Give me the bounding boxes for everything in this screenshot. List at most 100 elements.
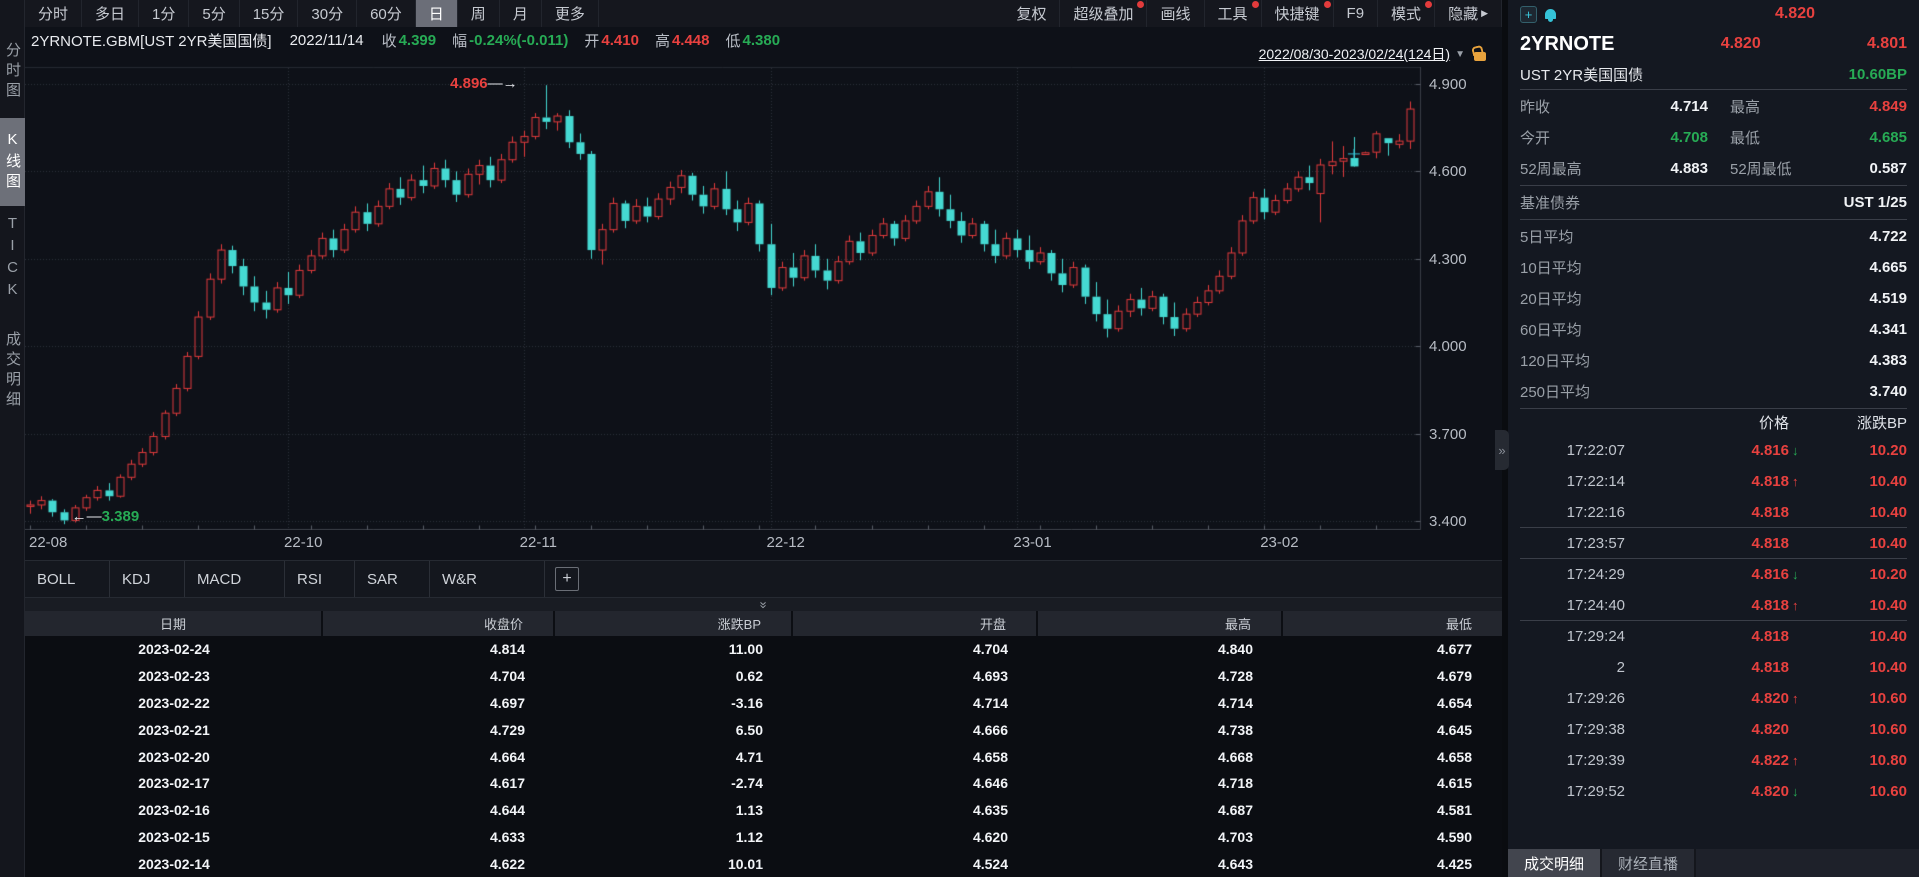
table-row[interactable]: 2023-02-22 4.697 -3.16 4.714 4.714 4.654 <box>25 690 1502 717</box>
toolbar-item-快捷键[interactable]: 快捷键 <box>1262 0 1334 27</box>
toolbar-item-超级叠加[interactable]: 超级叠加 <box>1060 0 1148 27</box>
cell: 4.703 <box>1217 828 1253 845</box>
quote-subtitle-row: UST 2YR美国国债 10.60BP <box>1520 60 1907 88</box>
unlock-icon[interactable] <box>1474 52 1486 61</box>
tick-row[interactable]: 17:22:16 4.818 10.40 <box>1520 497 1907 528</box>
table-row[interactable]: 2023-02-23 4.704 0.62 4.693 4.728 4.679 <box>25 663 1502 690</box>
bottom-tab-财经直播[interactable]: 财经直播 <box>1602 849 1697 877</box>
toolbar-item-工具[interactable]: 工具 <box>1205 0 1262 27</box>
table-row[interactable]: 2023-02-16 4.644 1.13 4.635 4.687 4.581 <box>25 797 1502 824</box>
sidebar-item-0[interactable]: 分时图 <box>0 30 25 114</box>
down-arrow-icon: ↓ <box>1792 443 1799 458</box>
cell: 10.01 <box>727 855 763 872</box>
tick-row[interactable]: 17:29:26 4.820 ↑ 10.60 <box>1520 683 1907 714</box>
x-tick-label: 22-12 <box>766 534 805 551</box>
toolbar-item-30分[interactable]: 30分 <box>298 0 358 27</box>
tick-row[interactable]: 17:29:52 4.820 ↓ 10.60 <box>1520 776 1907 807</box>
tick-row[interactable]: 17:29:24 4.818 10.40 <box>1520 621 1907 652</box>
cell: 4.718 <box>1217 775 1253 792</box>
chevron-down-icon[interactable]: ▼ <box>1455 49 1465 60</box>
y-tick-label: 4.900 <box>1429 76 1467 93</box>
table-row[interactable]: 2023-02-24 4.814 11.00 4.704 4.840 4.677 <box>25 636 1502 663</box>
alert-bell-icon[interactable] <box>1545 9 1556 22</box>
sidebar-item-1[interactable]: K线图 <box>0 118 25 206</box>
toolbar-item-F9[interactable]: F9 <box>1334 0 1379 27</box>
toolbar-item-复权[interactable]: 复权 <box>1003 0 1061 27</box>
cell: 4.840 <box>1217 641 1253 658</box>
toolbar-item-隐藏[interactable]: 隐藏 ▶ <box>1435 0 1502 27</box>
bottom-tab-成交明细[interactable]: 成交明细 <box>1508 849 1603 877</box>
tick-row[interactable]: 17:22:14 4.818 ↑ 10.40 <box>1520 466 1907 497</box>
tick-row[interactable]: 17:29:39 4.822 ↑ 10.80 <box>1520 745 1907 776</box>
indicator-tab-W&R[interactable]: W&R <box>430 561 545 597</box>
average-row: 120日平均 4.383 <box>1520 352 1907 370</box>
cell: 4.668 <box>1217 748 1253 765</box>
kline-canvas[interactable] <box>25 53 1502 530</box>
tick-row[interactable]: 17:24:29 4.816 ↓ 10.20 <box>1520 559 1907 590</box>
column-header-日期[interactable]: 日期 <box>25 611 323 636</box>
divider <box>1520 89 1907 90</box>
table-row[interactable]: 2023-02-20 4.664 4.71 4.658 4.668 4.658 <box>25 743 1502 770</box>
ohlc-fields: 收 4.399 幅 -0.24%(-0.011) 开 4.410 高 4.448 低 4.380 <box>382 30 781 51</box>
sidebar-item-2[interactable]: TICK <box>0 214 25 304</box>
toolbar-item-1分[interactable]: 1分 <box>139 0 190 27</box>
toolbar-item-模式[interactable]: 模式 <box>1378 0 1436 27</box>
toolbar-item-日[interactable]: 日 <box>415 0 458 27</box>
tick-row[interactable]: 17:24:40 4.818 ↑ 10.40 <box>1520 590 1907 621</box>
cell: 4.524 <box>972 855 1008 872</box>
indicator-tab-RSI[interactable]: RSI <box>285 561 355 597</box>
toolbar-item-月[interactable]: 月 <box>500 0 542 27</box>
candlestick-chart[interactable]: 2022/08/30-2023/02/24(124日) ▼ 4.900 4.600… <box>25 46 1502 560</box>
indicator-tab-KDJ[interactable]: KDJ <box>110 561 185 597</box>
cell: 11.00 <box>728 641 763 658</box>
cell: 4.714 <box>972 694 1008 711</box>
toolbar-item-周[interactable]: 周 <box>458 0 500 27</box>
indicator-tab-SAR[interactable]: SAR <box>355 561 430 597</box>
add-indicator-button[interactable]: + <box>555 567 579 591</box>
collapse-divider[interactable]: » <box>25 598 1502 611</box>
tick-row[interactable]: 17:29:38 4.820 10.60 <box>1520 714 1907 745</box>
indicator-tab-BOLL[interactable]: BOLL <box>25 561 110 597</box>
toolbar-item-更多[interactable]: 更多 <box>542 0 599 27</box>
toolbar-item-5分[interactable]: 5分 <box>189 0 240 27</box>
cell: 2023-02-17 <box>138 775 210 792</box>
x-tick-label: 22-10 <box>284 534 323 551</box>
tick-row[interactable]: 17:23:57 4.818 10.40 <box>1520 528 1907 559</box>
column-header-最低[interactable]: 最低 <box>1283 611 1502 636</box>
toolbar-item-多日[interactable]: 多日 <box>82 0 140 27</box>
tick-list[interactable]: 17:22:07 4.816 ↓ 10.20 17:22:14 4.818 ↑ 10.40 17… <box>1520 435 1907 807</box>
column-header-开盘[interactable]: 开盘 <box>793 611 1038 636</box>
cell: 4.617 <box>489 775 525 792</box>
table-row[interactable]: 2023-02-21 4.729 6.50 4.666 4.738 4.645 <box>25 716 1502 743</box>
cell: 1.13 <box>735 802 763 819</box>
average-row: 250日平均 3.740 <box>1520 383 1907 401</box>
cell: 2023-02-14 <box>138 855 210 872</box>
date-range-selector[interactable]: 2022/08/30-2023/02/24(124日) ▼ <box>1259 44 1486 64</box>
benchmark-label: 基准债券 <box>1520 195 1581 212</box>
date-range-label[interactable]: 2022/08/30-2023/02/24(124日) <box>1259 44 1450 64</box>
column-header-收盘价[interactable]: 收盘价 <box>323 611 555 636</box>
cell: 4.658 <box>972 748 1008 765</box>
low-annotation: ←—3.389 <box>71 508 140 526</box>
cell: 4.704 <box>972 641 1008 658</box>
toolbar-item-60分[interactable]: 60分 <box>357 0 416 27</box>
tick-row[interactable]: 17:22:07 4.816 ↓ 10.20 <box>1520 435 1907 466</box>
table-row[interactable]: 2023-02-17 4.617 -2.74 4.646 4.718 4.615 <box>25 770 1502 797</box>
field-收: 收 4.399 <box>381 31 437 50</box>
column-header-最高[interactable]: 最高 <box>1038 611 1283 636</box>
table-row[interactable]: 2023-02-14 4.622 10.01 4.524 4.643 4.425 <box>25 850 1502 877</box>
column-header-涨跌BP[interactable]: 涨跌BP <box>555 611 793 636</box>
toolbar-item-15分[interactable]: 15分 <box>240 0 299 27</box>
indicator-tab-MACD[interactable]: MACD <box>185 561 285 597</box>
toolbar-item-画线[interactable]: 画线 <box>1147 0 1205 27</box>
panel-expand-handle[interactable]: » <box>1495 430 1509 470</box>
table-row[interactable]: 2023-02-15 4.633 1.12 4.620 4.703 4.590 <box>25 823 1502 850</box>
x-tick-label: 22-11 <box>519 534 557 551</box>
timeframe-group: 分时 多日 1分 5分 15分 30分 60分日周月更多 <box>25 0 599 27</box>
add-watch-button[interactable]: + <box>1520 5 1537 23</box>
tick-row[interactable]: 2 4.818 10.40 <box>1520 652 1907 683</box>
x-tick-label: 23-01 <box>1013 534 1052 551</box>
toolbar-item-分时[interactable]: 分时 <box>25 0 83 27</box>
quote-name-row: 2YRNOTE 4.820 4.801 <box>1520 28 1907 60</box>
sidebar-item-3[interactable]: 成交明细 <box>0 312 25 430</box>
